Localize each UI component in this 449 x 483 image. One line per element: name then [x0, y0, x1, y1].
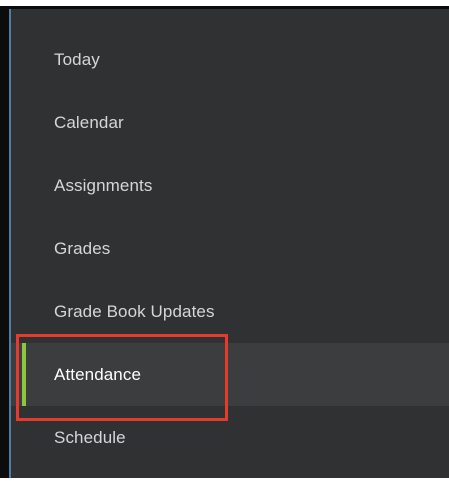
sidebar-item-label: Grades [54, 238, 111, 258]
active-indicator [22, 343, 26, 406]
sidebar-item-grades[interactable]: Grades [11, 217, 449, 280]
sidebar-item-label: Today [54, 49, 100, 69]
sidebar-item-grade-book-updates[interactable]: Grade Book Updates [11, 280, 449, 343]
sidebar-item-label: Assignments [54, 175, 153, 195]
sidebar-item-assignments[interactable]: Assignments [11, 154, 449, 217]
sidebar-item-label: Attendance [54, 364, 142, 384]
sidebar-item-calendar[interactable]: Calendar [11, 91, 449, 154]
sidebar-item-today[interactable]: Today [11, 28, 449, 91]
sidebar-item-label: Calendar [54, 112, 124, 132]
screenshot-frame: Today Calendar Assignments Grades Grade … [0, 0, 449, 483]
sidebar-nav: Today Calendar Assignments Grades Grade … [11, 9, 449, 478]
sidebar-item-label: Schedule [54, 427, 126, 447]
sidebar-item-label: Grade Book Updates [54, 301, 215, 321]
sidebar-item-schedule[interactable]: Schedule [11, 406, 449, 469]
sidebar-item-attendance[interactable]: Attendance [11, 343, 449, 406]
nav-list: Today Calendar Assignments Grades Grade … [11, 28, 449, 469]
